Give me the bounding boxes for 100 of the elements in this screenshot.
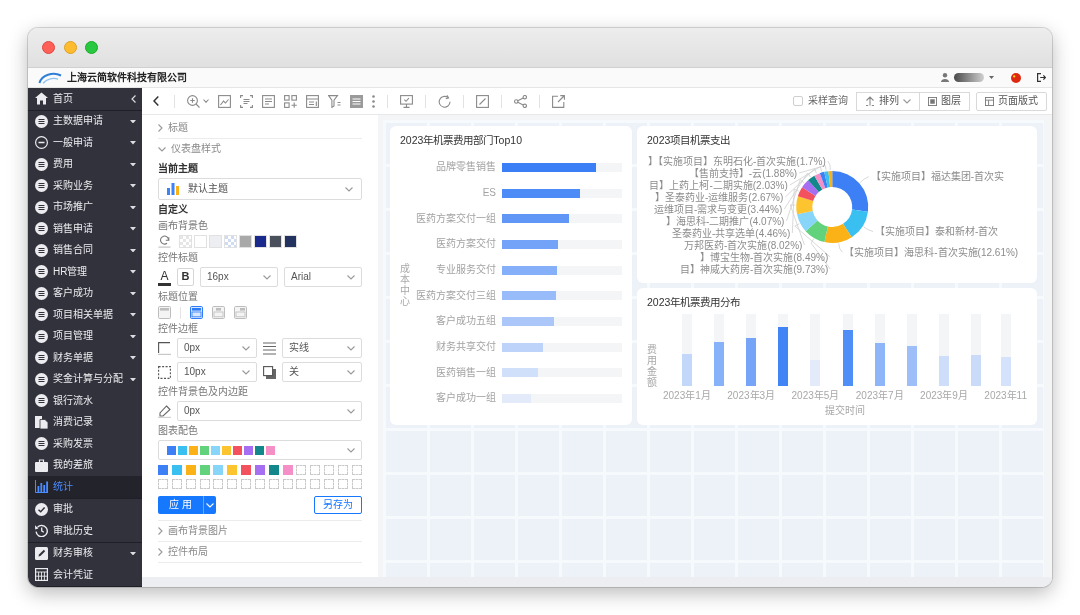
caret-icon[interactable] xyxy=(130,162,136,166)
empty-color-slot[interactable] xyxy=(254,479,265,489)
sidebar-item[interactable]: 会计凭证 xyxy=(28,564,142,586)
sidebar-item[interactable]: 统计 xyxy=(28,476,142,498)
empty-color-slot[interactable] xyxy=(213,479,224,489)
color-swatch[interactable] xyxy=(179,235,192,248)
empty-color-slot[interactable] xyxy=(171,479,182,489)
apply-button[interactable]: 应 用 xyxy=(158,496,203,514)
title-position-icon[interactable] xyxy=(190,306,203,319)
refresh-icon[interactable] xyxy=(438,94,451,108)
document-lines-icon[interactable] xyxy=(262,94,275,108)
checkbox-label[interactable]: 采样查询 xyxy=(808,95,848,107)
palette-swatch[interactable] xyxy=(171,465,182,475)
caret-icon[interactable] xyxy=(130,248,136,252)
sidebar-item[interactable]: 客户成功 xyxy=(28,282,142,304)
empty-color-slot[interactable] xyxy=(337,479,348,489)
border-style-select[interactable]: 实线 xyxy=(282,338,362,358)
empty-color-slot[interactable] xyxy=(324,479,335,489)
caret-icon[interactable] xyxy=(130,313,136,317)
caret-icon[interactable] xyxy=(989,76,994,79)
palette-swatch[interactable] xyxy=(199,465,210,475)
empty-color-slot[interactable] xyxy=(282,479,293,489)
shadow-select[interactable]: 关 xyxy=(282,362,362,382)
color-swatch[interactable] xyxy=(269,235,282,248)
sidebar-item[interactable]: HR管理 xyxy=(28,261,142,283)
caret-icon[interactable] xyxy=(130,119,136,123)
empty-color-slot[interactable] xyxy=(351,465,362,475)
window-zoom-button[interactable] xyxy=(85,41,98,54)
image-icon[interactable] xyxy=(218,94,231,108)
back-chevron-icon[interactable] xyxy=(153,96,159,106)
export-icon[interactable] xyxy=(552,94,565,108)
sidebar-item[interactable]: 我的差旅 xyxy=(28,454,142,476)
title-position-icon[interactable] xyxy=(158,306,171,319)
caret-icon[interactable] xyxy=(130,356,136,360)
sidebar-item[interactable]: 费用 xyxy=(28,153,142,175)
caret-icon[interactable] xyxy=(130,227,136,231)
sidebar-item[interactable]: 一般申请 xyxy=(28,132,142,154)
section-header[interactable]: 控件布局 xyxy=(158,542,362,562)
section-header[interactable]: 仪表盘样式 xyxy=(158,139,362,159)
sidebar-item[interactable]: 审批 xyxy=(28,498,142,520)
monitor-icon[interactable] xyxy=(400,94,413,108)
bold-button[interactable]: B xyxy=(177,268,194,286)
palette-swatch[interactable] xyxy=(158,465,168,475)
caret-icon[interactable] xyxy=(130,205,136,209)
sidebar-item[interactable]: 项目相关单据 xyxy=(28,304,142,326)
caret-icon[interactable] xyxy=(130,141,136,145)
border-width-select[interactable]: 0px xyxy=(177,338,257,358)
user-icon[interactable] xyxy=(941,73,949,82)
flag-icon[interactable] xyxy=(1011,72,1021,83)
palette-swatch[interactable] xyxy=(268,465,279,475)
sidebar-item[interactable]: 项目管理 xyxy=(28,325,142,347)
sidebar-item[interactable]: 销售合同 xyxy=(28,239,142,261)
palette-swatch[interactable] xyxy=(282,465,293,475)
logout-icon[interactable] xyxy=(1037,73,1046,82)
sidebar-item[interactable]: 采购发票 xyxy=(28,433,142,455)
color-swatch[interactable] xyxy=(284,235,297,248)
palette-swatch[interactable] xyxy=(213,465,224,475)
font-color-button[interactable]: A xyxy=(158,268,171,286)
caret-icon[interactable] xyxy=(130,184,136,188)
page-layout-button[interactable]: 页面版式 xyxy=(976,91,1047,111)
empty-color-slot[interactable] xyxy=(310,465,321,475)
magnifier-plus-icon[interactable] xyxy=(187,94,200,108)
save-as-button[interactable]: 另存为 xyxy=(314,496,362,514)
color-swatch[interactable] xyxy=(239,235,252,248)
color-swatch[interactable] xyxy=(254,235,267,248)
sidebar-item[interactable]: 财务审核 xyxy=(28,542,142,564)
title-position-icon[interactable] xyxy=(212,306,225,319)
palette-swatch[interactable] xyxy=(227,465,238,475)
empty-color-slot[interactable] xyxy=(185,479,196,489)
more-icon[interactable] xyxy=(372,94,375,108)
empty-color-slot[interactable] xyxy=(310,479,321,489)
title-position-icon[interactable] xyxy=(234,306,247,319)
corner-radius-select[interactable]: 10px xyxy=(177,362,257,382)
padding-select[interactable]: 0px xyxy=(177,401,362,421)
slash-square-icon[interactable] xyxy=(476,94,489,108)
palette-swatch[interactable] xyxy=(254,465,265,475)
text-frame-icon[interactable] xyxy=(240,94,253,108)
window-close-button[interactable] xyxy=(42,41,55,54)
color-swatch[interactable] xyxy=(224,235,237,248)
color-swatch[interactable] xyxy=(209,235,222,248)
palette-select[interactable] xyxy=(158,440,362,460)
empty-color-slot[interactable] xyxy=(337,465,348,475)
empty-color-slot[interactable] xyxy=(268,479,279,489)
empty-color-slot[interactable] xyxy=(241,479,252,489)
collapse-chevron-icon[interactable] xyxy=(131,94,136,103)
color-swatch[interactable] xyxy=(194,235,207,248)
sidebar-item[interactable]: 采购业务 xyxy=(28,175,142,197)
sidebar-item[interactable]: 首页 xyxy=(28,88,142,110)
sidebar-item[interactable]: 银行流水 xyxy=(28,390,142,412)
empty-color-slot[interactable] xyxy=(324,465,335,475)
sidebar-item[interactable]: 财务单据 xyxy=(28,347,142,369)
dropper-icon[interactable] xyxy=(158,404,171,418)
font-size-select[interactable]: 16px xyxy=(200,267,278,287)
caret-icon[interactable] xyxy=(130,551,136,555)
sidebar-item[interactable]: 销售申请 xyxy=(28,218,142,240)
sort-button[interactable]: 排列 xyxy=(856,91,920,111)
empty-color-slot[interactable] xyxy=(351,479,362,489)
layers-button[interactable]: 图层 xyxy=(919,91,970,111)
filter-icon[interactable] xyxy=(328,94,341,108)
sidebar-item[interactable]: 奖金计算与分配 xyxy=(28,368,142,390)
